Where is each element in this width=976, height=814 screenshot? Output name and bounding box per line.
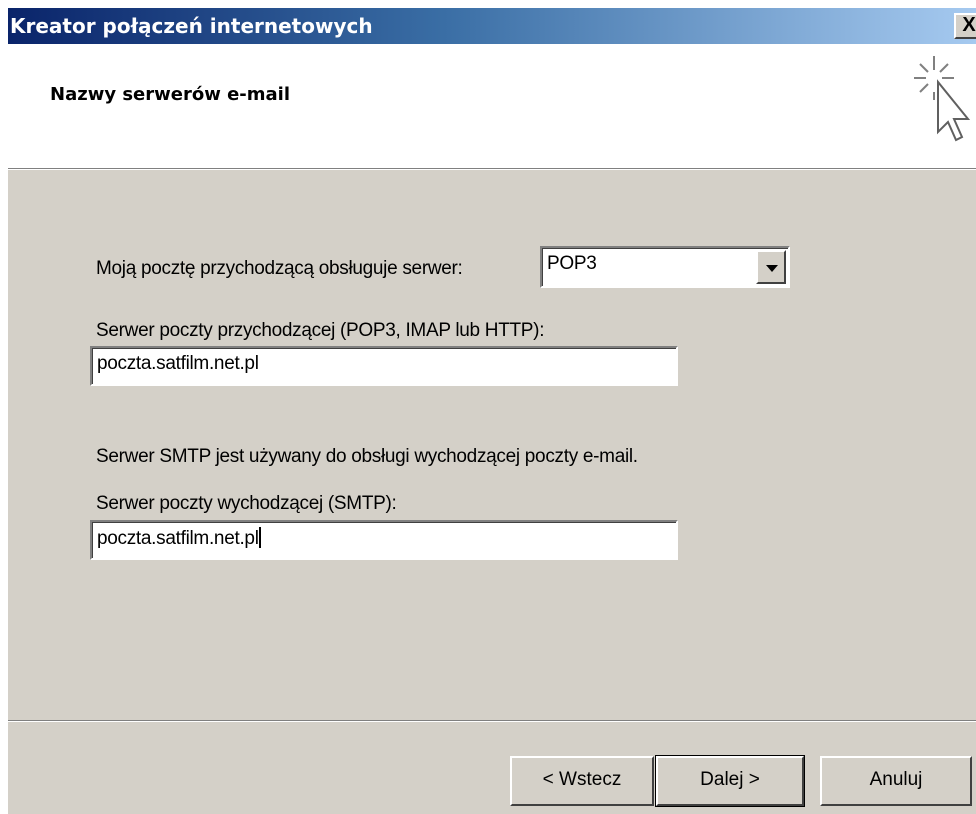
page-title: Nazwy serwerów e-mail <box>50 84 291 105</box>
text-caret <box>258 527 261 548</box>
wizard-cursor-icon <box>914 56 970 142</box>
smtp-info-text: Serwer SMTP jest używany do obsługi wych… <box>96 446 638 467</box>
outgoing-server-value: poczta.satfilm.net.pl <box>97 528 259 549</box>
footer-divider-highlight <box>8 721 976 722</box>
chevron-down-icon[interactable] <box>756 250 786 284</box>
title-bar[interactable]: Kreator połączeń internetowych X <box>8 8 976 44</box>
outgoing-server-input[interactable]: poczta.satfilm.net.pl <box>90 520 678 560</box>
back-button[interactable]: < Wstecz <box>510 756 654 806</box>
header-divider <box>8 169 976 170</box>
cancel-button[interactable]: Anuluj <box>820 756 972 806</box>
incoming-server-input[interactable]: poczta.satfilm.net.pl <box>90 346 678 386</box>
wizard-window: Kreator połączeń internetowych X Nazwy s… <box>8 8 976 814</box>
window-title: Kreator połączeń internetowych <box>10 14 373 38</box>
incoming-type-select[interactable]: POP3 <box>540 246 790 288</box>
close-icon: X <box>962 14 976 36</box>
outgoing-server-label: Serwer poczty wychodzącej (SMTP): <box>96 493 397 514</box>
incoming-server-label: Serwer poczty przychodzącej (POP3, IMAP … <box>96 320 545 341</box>
close-button[interactable]: X <box>954 13 976 39</box>
incoming-server-value: poczta.satfilm.net.pl <box>97 353 259 374</box>
incoming-type-value: POP3 <box>547 253 597 274</box>
next-button[interactable]: Dalej > <box>655 755 805 807</box>
wizard-header: Nazwy serwerów e-mail <box>8 44 976 169</box>
incoming-type-label: Moją pocztę przychodzącą obsługuje serwe… <box>96 258 463 279</box>
